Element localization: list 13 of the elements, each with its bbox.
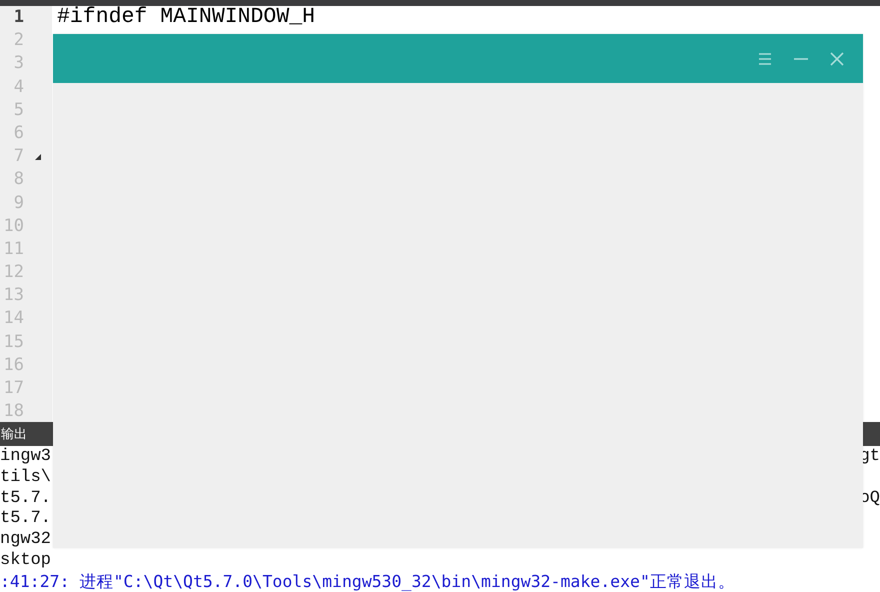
output-line: ingw3	[0, 446, 52, 467]
menu-icon[interactable]	[757, 50, 773, 66]
fold-marker-icon[interactable]	[35, 154, 41, 160]
code-line: #ifndef MAINWINDOW_H	[57, 6, 316, 29]
output-line: sktop	[0, 550, 52, 571]
output-line: t5.7.	[0, 488, 52, 508]
output-line: tils\	[0, 466, 52, 488]
line-number: 1	[12, 6, 24, 29]
output-line: t5.7.	[0, 508, 52, 530]
close-icon[interactable]	[829, 50, 845, 66]
output-message: :41:27: 进程"C:\Qt\Qt5.7.0\Tools\mingw530_32\bin\mingw32-make.exe"正常退出。	[0, 570, 735, 592]
output-line: ngw32	[0, 529, 52, 550]
panel-title: 输出	[0, 426, 27, 443]
